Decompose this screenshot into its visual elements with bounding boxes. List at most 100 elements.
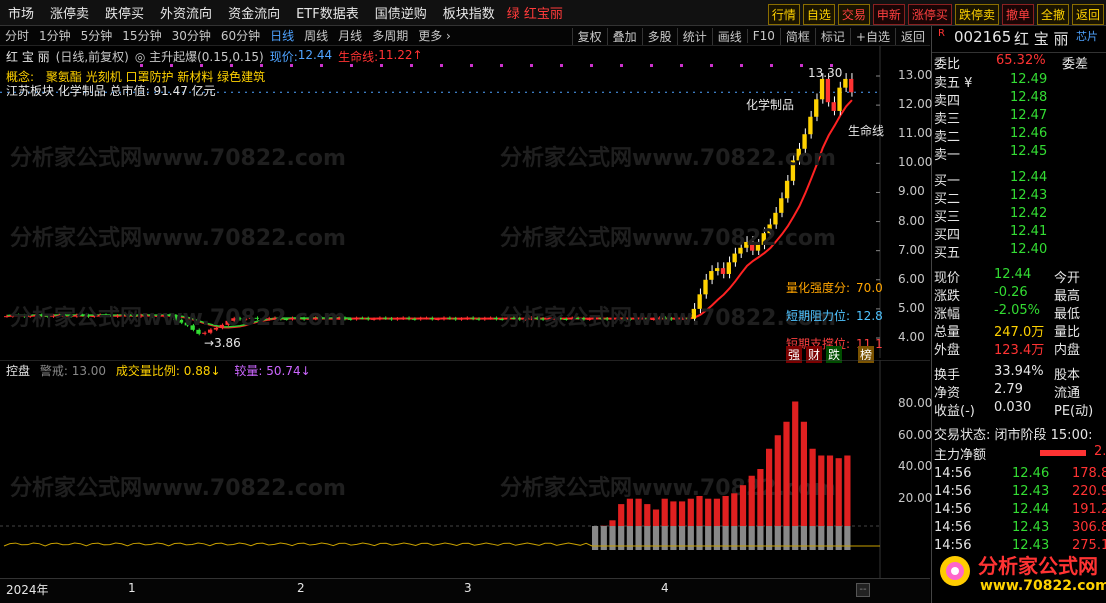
candle-body bbox=[446, 317, 452, 319]
mainflow-bar bbox=[1040, 450, 1086, 456]
candle-body bbox=[656, 317, 662, 319]
stat-row: 现价 12.44 今开 bbox=[932, 267, 1106, 286]
tool-add-watch[interactable]: +自选 bbox=[849, 27, 895, 45]
period-daily[interactable]: 日线 bbox=[265, 27, 299, 44]
period-weekly[interactable]: 周线 bbox=[299, 27, 333, 44]
tick-price: 12.46 bbox=[1012, 466, 1050, 481]
candle-body bbox=[196, 329, 201, 334]
volume-bar bbox=[679, 501, 686, 526]
volume-bar bbox=[783, 421, 790, 526]
candle-body bbox=[50, 315, 55, 317]
menu-etf-data[interactable]: ETF数据表 bbox=[288, 3, 367, 22]
candle-body bbox=[598, 317, 603, 319]
menu-sector-index[interactable]: 板块指数 bbox=[435, 3, 503, 22]
tool-draw[interactable]: 画线 bbox=[711, 27, 747, 45]
tick-row: 14:56 12.44 191.2 bbox=[932, 502, 1106, 520]
period-30min[interactable]: 30分钟 bbox=[167, 27, 216, 44]
tab-quote[interactable]: 行情 bbox=[767, 4, 800, 25]
price-tick: 5.00 bbox=[898, 300, 925, 315]
candle-body bbox=[219, 324, 224, 328]
time-axis[interactable]: 2024年 1 2 3 4 -- bbox=[0, 578, 930, 603]
tab-watchlist[interactable]: 自选 bbox=[802, 4, 835, 25]
xaxis-month: 3 bbox=[464, 581, 472, 595]
candle-body bbox=[470, 317, 475, 319]
tool-return[interactable]: 返回 bbox=[894, 27, 930, 45]
candle-body bbox=[307, 318, 312, 320]
menu-limit-up-sell[interactable]: 涨停卖 bbox=[42, 3, 97, 22]
tool-multi-stock[interactable]: 多股 bbox=[641, 27, 677, 45]
candle-body bbox=[511, 317, 516, 319]
period-tick[interactable]: 分时 bbox=[0, 27, 34, 44]
tool-adjust[interactable]: 复权 bbox=[571, 27, 607, 45]
volume-chart[interactable] bbox=[0, 360, 930, 578]
candle-body bbox=[714, 268, 720, 272]
tick-price: 12.43 bbox=[1012, 484, 1050, 499]
top-marker bbox=[740, 64, 743, 67]
period-60min[interactable]: 60分钟 bbox=[216, 27, 265, 44]
resist-line: 短期阻力位: 12.8 bbox=[786, 309, 883, 323]
volume-bar bbox=[826, 455, 834, 526]
candle-body bbox=[254, 317, 259, 319]
candle-body bbox=[411, 318, 417, 320]
candle-body bbox=[56, 314, 61, 316]
tick-time: 14:56 bbox=[934, 502, 972, 517]
stat-label: 换手 bbox=[934, 368, 961, 383]
period-more[interactable]: 更多 › bbox=[413, 27, 456, 44]
stat-label-right: 最高 bbox=[1054, 289, 1081, 304]
candle-body bbox=[534, 317, 539, 319]
candle-body bbox=[400, 317, 405, 319]
menu-limit-down-buy[interactable]: 跌停买 bbox=[97, 3, 152, 22]
price-tick: 10.00 bbox=[898, 155, 933, 170]
tool-simple[interactable]: 简框 bbox=[779, 27, 815, 45]
volume-bar bbox=[800, 421, 807, 526]
stat-row: 换手 33.94% 股本 bbox=[932, 364, 1106, 383]
tab-back[interactable]: 返回 bbox=[1071, 4, 1104, 25]
volume-tick: 40.00 bbox=[898, 459, 933, 473]
candle-body bbox=[365, 318, 370, 320]
period-multi[interactable]: 多周期 bbox=[367, 27, 413, 44]
top-marker bbox=[620, 64, 623, 67]
ratio-value: 0.88↓ bbox=[183, 364, 221, 378]
menu-foreign-flow[interactable]: 外资流向 bbox=[152, 3, 220, 22]
tab-subscribe[interactable]: 申新 bbox=[872, 4, 905, 25]
candle-body bbox=[650, 318, 656, 320]
tool-overlay[interactable]: 叠加 bbox=[606, 27, 642, 45]
tick-volume: 275.1 bbox=[1072, 538, 1106, 553]
tab-cancel-all[interactable]: 全撤 bbox=[1036, 4, 1069, 25]
menu-market[interactable]: 市场 bbox=[0, 3, 42, 22]
period-monthly[interactable]: 月线 bbox=[333, 27, 367, 44]
current-stock-tag: 绿 红宝丽 bbox=[506, 7, 563, 22]
candle-body bbox=[347, 318, 353, 320]
period-15min[interactable]: 15分钟 bbox=[117, 27, 166, 44]
tab-cancel[interactable]: 撤单 bbox=[1001, 4, 1034, 25]
tool-mark[interactable]: 标记 bbox=[814, 27, 850, 45]
candle-body bbox=[260, 318, 265, 320]
stat-label-right: 流通 bbox=[1054, 386, 1081, 401]
tick-volume: 191.2 bbox=[1072, 502, 1106, 517]
candle-body bbox=[132, 315, 137, 317]
tool-stats[interactable]: 统计 bbox=[676, 27, 712, 45]
period-5min[interactable]: 5分钟 bbox=[76, 27, 118, 44]
period-1min[interactable]: 1分钟 bbox=[34, 27, 76, 44]
candle-body bbox=[545, 318, 551, 320]
tab-trade[interactable]: 交易 bbox=[837, 4, 870, 25]
candle-body bbox=[528, 317, 533, 319]
ask-price: 12.47 bbox=[1010, 108, 1048, 123]
scroll-button[interactable]: -- bbox=[856, 583, 870, 597]
chip-button[interactable]: 芯片 bbox=[1076, 28, 1098, 44]
candle-body bbox=[540, 318, 545, 320]
stock-code: 002165 bbox=[954, 28, 1012, 46]
indicator-name[interactable]: ◎ 主升起爆(0.15,0.15) bbox=[135, 48, 264, 65]
candle-body bbox=[464, 317, 469, 319]
candle-body bbox=[773, 212, 778, 225]
candle-body bbox=[266, 318, 271, 320]
tab-limit-sell[interactable]: 跌停卖 bbox=[954, 4, 999, 25]
menu-capital-flow[interactable]: 资金流向 bbox=[220, 3, 288, 22]
stat-label-right: PE(动) bbox=[1054, 404, 1094, 419]
tool-f10[interactable]: F10 bbox=[746, 29, 780, 43]
xaxis-month: 2 bbox=[297, 581, 305, 595]
menu-reverse-repo[interactable]: 国债逆购 bbox=[367, 3, 435, 22]
candle-body bbox=[295, 317, 300, 319]
tab-limit-buy[interactable]: 涨停买 bbox=[907, 4, 952, 25]
stat-label: 涨跌 bbox=[934, 289, 961, 304]
